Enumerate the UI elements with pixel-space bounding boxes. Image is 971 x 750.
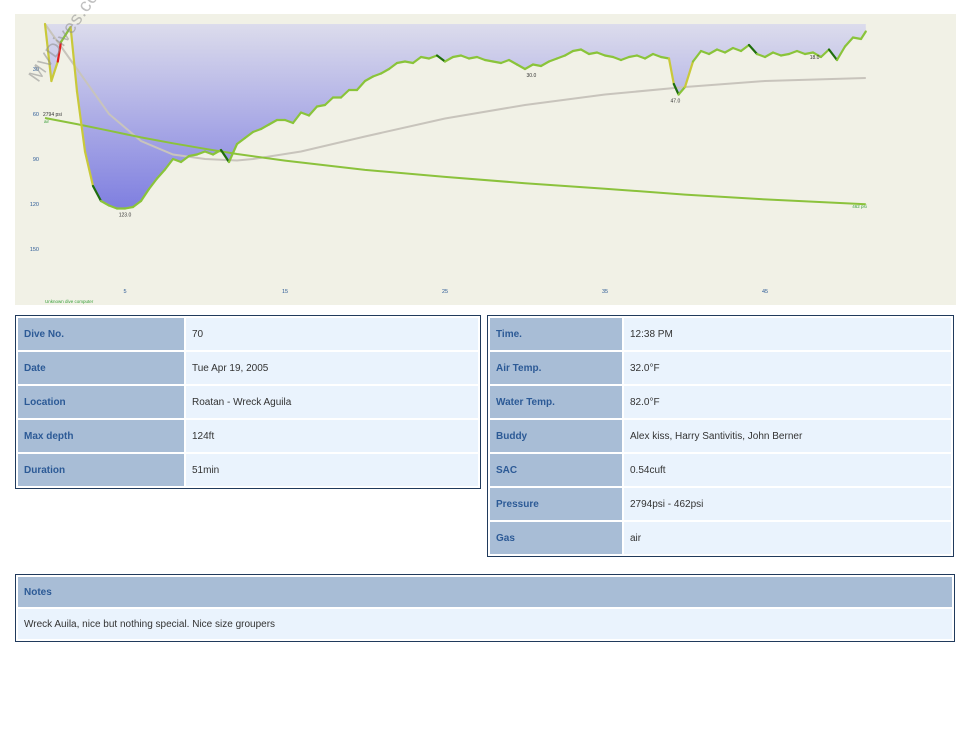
table-row: Air Temp. 32.0°F — [490, 352, 951, 384]
dive-computer-label: Unknown dive computer — [45, 299, 94, 304]
table-row: Gas air — [490, 522, 951, 554]
table-row: Date Tue Apr 19, 2005 — [18, 352, 478, 384]
depth-tick-label: 150 — [30, 247, 39, 253]
location-value: Roatan - Wreck Aguila — [186, 386, 478, 418]
depth-profile-segment — [315, 103, 327, 108]
depth-annotation: 18.0 — [810, 55, 820, 61]
dive-details-table: Time. 12:38 PM Air Temp. 32.0°F Water Te… — [487, 315, 954, 557]
table-row: Max depth 124ft — [18, 420, 478, 452]
time-tick-label: 15 — [282, 289, 288, 295]
table-row: Location Roatan - Wreck Aguila — [18, 386, 478, 418]
depth-profile-segment — [395, 60, 407, 65]
time-label: Time. — [490, 318, 622, 350]
water-temp-value: 82.0°F — [624, 386, 951, 418]
table-row: Wreck Auila, nice but nothing special. N… — [18, 609, 952, 639]
dive-summary-table: Dive No. 70 Date Tue Apr 19, 2005 Locati… — [15, 315, 481, 489]
table-row: Buddy Alex kiss, Harry Santivitis, John … — [490, 420, 951, 452]
depth-annotation: 47.0 — [671, 99, 681, 105]
dive-number-value: 70 — [186, 318, 478, 350]
gas-value: air — [624, 522, 951, 554]
time-tick-label: 5 — [123, 289, 126, 295]
table-row: Notes — [18, 577, 952, 607]
time-tick-label: 45 — [762, 289, 768, 295]
depth-profile-segment — [627, 54, 639, 59]
date-label: Date — [18, 352, 184, 384]
depth-profile-segment — [779, 52, 791, 57]
pressure-value: 2794psi - 462psi — [624, 488, 951, 520]
notes-label: Notes — [18, 577, 952, 607]
date-value: Tue Apr 19, 2005 — [186, 352, 478, 384]
duration-value: 51min — [186, 454, 478, 486]
depth-profile-segment — [603, 54, 615, 59]
depth-annotation: 123.0 — [119, 213, 132, 219]
air-temp-label: Air Temp. — [490, 352, 622, 384]
notes-text: Wreck Auila, nice but nothing special. N… — [18, 609, 952, 639]
table-row: Pressure 2794psi - 462psi — [490, 488, 951, 520]
start-pressure-label: 2794 psi — [43, 112, 62, 118]
depth-profile-segment — [483, 58, 495, 63]
depth-profile-segment — [851, 36, 863, 41]
max-depth-label: Max depth — [18, 420, 184, 452]
sac-value: 0.54cuft — [624, 454, 951, 486]
depth-tick-label: 90 — [33, 157, 39, 163]
depth-profile-segment — [659, 55, 671, 60]
end-pressure-label: 462 psi — [852, 204, 867, 209]
time-tick-label: 25 — [442, 289, 448, 295]
table-row: Duration 51min — [18, 454, 478, 486]
start-gas-label: air — [44, 119, 50, 124]
air-temp-value: 32.0°F — [624, 352, 951, 384]
table-row: SAC 0.54cuft — [490, 454, 951, 486]
depth-profile-segment — [587, 51, 599, 56]
table-row: Dive No. 70 — [18, 318, 478, 350]
gas-label: Gas — [490, 522, 622, 554]
dive-profile-svg: 3060901201505 15 25 35 45123.030.047.018.027… — [30, 22, 867, 304]
depth-profile-segment — [571, 48, 583, 53]
water-temp-label: Water Temp. — [490, 386, 622, 418]
table-row: Time. 12:38 PM — [490, 318, 951, 350]
depth-profile-segment — [531, 63, 543, 68]
depth-profile-segment — [419, 55, 431, 60]
table-row: Water Temp. 82.0°F — [490, 386, 951, 418]
depth-profile-segment — [403, 60, 415, 65]
pressure-label: Pressure — [490, 488, 622, 520]
location-label: Location — [18, 386, 184, 418]
depth-profile-segment — [123, 205, 135, 210]
depth-profile-segment — [803, 51, 815, 56]
depth-profile-segment — [451, 54, 463, 59]
time-value: 12:38 PM — [624, 318, 951, 350]
dive-profile-chart: 30 60 90 120 150 5 15 25 35 45 123.0 30.0 47.0 18.0 27… — [15, 0, 956, 305]
depth-tick-label: 120 — [30, 202, 39, 208]
depth-tick-label: 60 — [33, 112, 39, 118]
buddy-value: Alex kiss, Harry Santivitis, John Berner — [624, 420, 951, 452]
depth-profile-segment — [467, 55, 479, 60]
sac-label: SAC — [490, 454, 622, 486]
depth-profile-segment — [491, 60, 503, 65]
depth-profile-segment — [187, 153, 199, 158]
notes-table: Notes Wreck Auila, nice but nothing spec… — [15, 574, 955, 642]
duration-label: Duration — [18, 454, 184, 486]
time-tick-label: 35 — [602, 289, 608, 295]
depth-annotation: 30.0 — [527, 73, 537, 79]
max-depth-value: 124ft — [186, 420, 478, 452]
dive-number-label: Dive No. — [18, 318, 184, 350]
buddy-label: Buddy — [490, 420, 622, 452]
